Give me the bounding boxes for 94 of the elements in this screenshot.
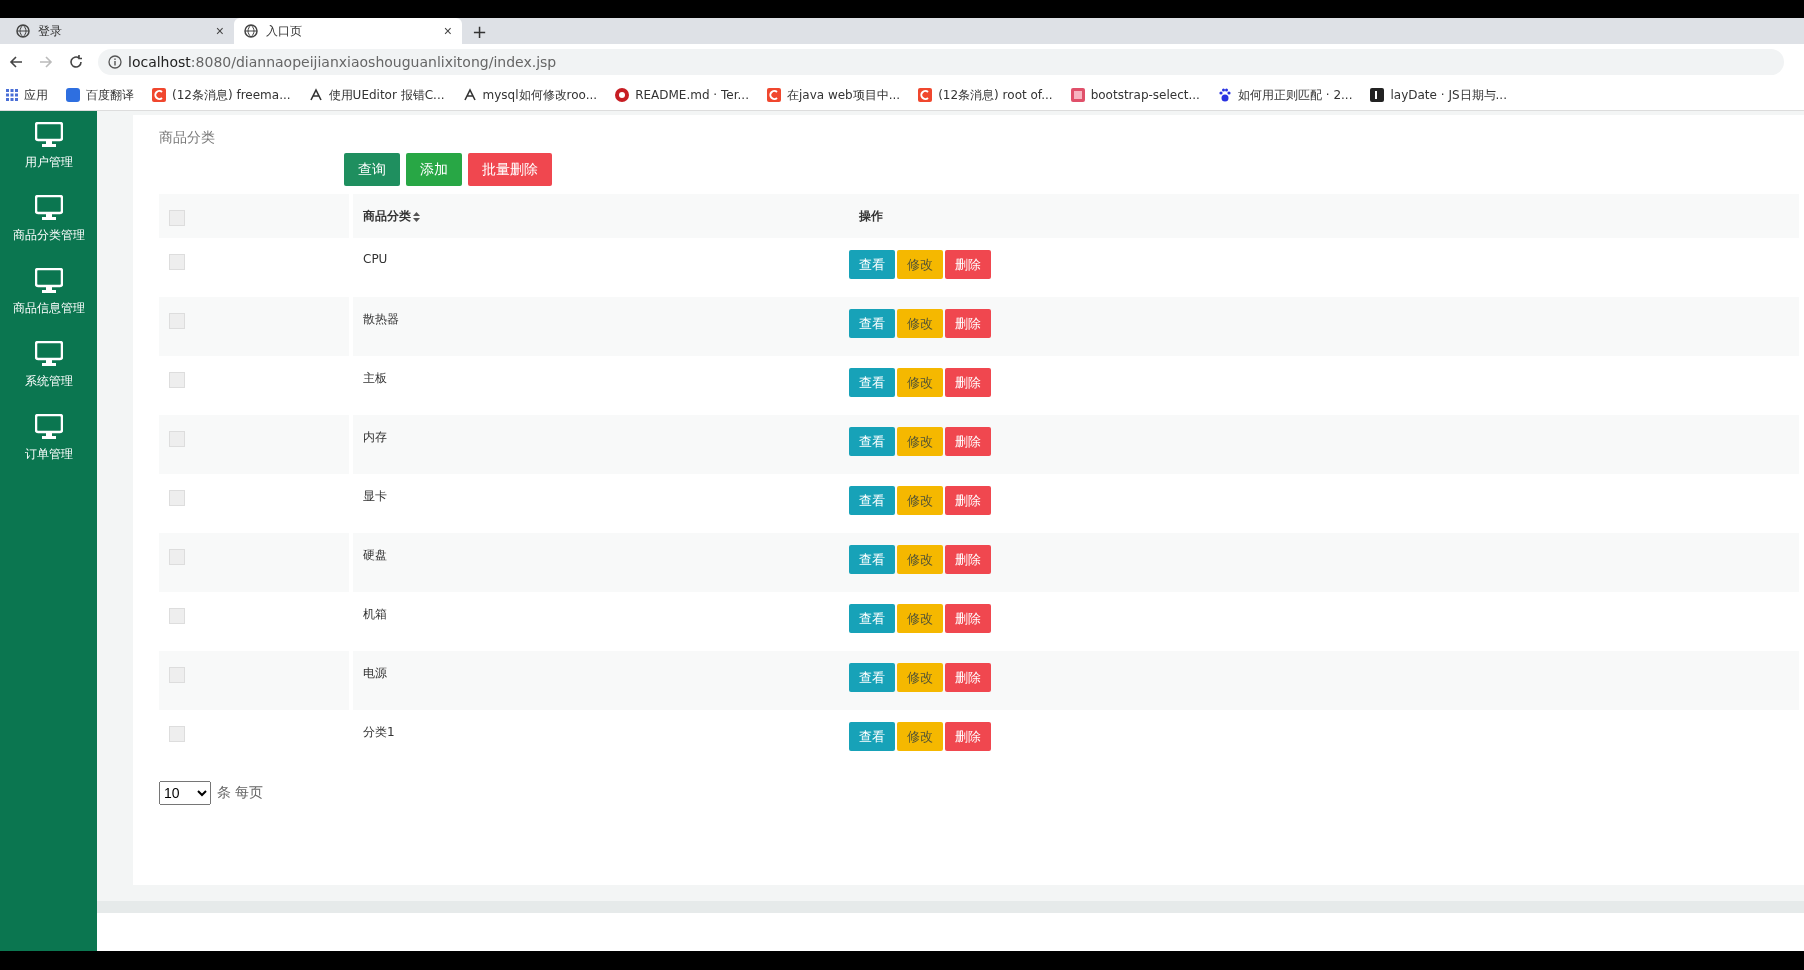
bookmark[interactable]: layDate · JS日期与...	[1390, 86, 1507, 104]
page-size-label: 条 每页	[217, 784, 264, 802]
book-icon	[1070, 88, 1085, 102]
back-icon[interactable]	[8, 54, 24, 70]
view-button[interactable]: 查看	[849, 368, 895, 397]
bookmark[interactable]: 百度翻译	[86, 86, 134, 104]
view-button[interactable]: 查看	[849, 486, 895, 515]
edit-button[interactable]: 修改	[897, 604, 943, 633]
add-button[interactable]: 添加	[406, 153, 462, 186]
edit-button[interactable]: 修改	[897, 427, 943, 456]
table-cell: CPU	[363, 252, 388, 266]
new-tab-button[interactable]: +	[462, 20, 498, 42]
monitor-icon	[34, 195, 63, 221]
checkbox[interactable]	[169, 726, 185, 742]
view-button[interactable]: 查看	[849, 427, 895, 456]
c-logo-icon	[918, 88, 933, 102]
address-bar[interactable]: localhost:8080/diannaopeijianxiaoshouguanlixitong/index.jsp	[98, 49, 1784, 75]
globe-icon	[16, 24, 30, 38]
bookmark[interactable]: mysql如何修改roo...	[482, 86, 598, 104]
column-header[interactable]: 商品分类	[363, 208, 411, 225]
sidebar-item[interactable]: 系统管理	[18, 340, 79, 391]
view-button[interactable]: 查看	[849, 722, 895, 751]
browser-tab[interactable]: 入口页 ×	[234, 18, 462, 44]
paw-icon	[1217, 88, 1232, 102]
edit-button[interactable]: 修改	[897, 663, 943, 692]
view-button[interactable]: 查看	[849, 545, 895, 574]
delete-button[interactable]: 删除	[945, 486, 991, 515]
c-logo-icon	[766, 88, 781, 102]
delete-button[interactable]: 删除	[945, 604, 991, 633]
monitor-icon	[34, 122, 63, 148]
apps-grid-icon	[6, 89, 18, 101]
checkbox[interactable]	[169, 490, 185, 506]
delete-button[interactable]: 删除	[945, 427, 991, 456]
info-icon	[108, 55, 122, 69]
checkbox[interactable]	[169, 549, 185, 565]
delete-button[interactable]: 批量删除	[468, 153, 552, 186]
table-cell: 硬盘	[363, 547, 387, 564]
edit-button[interactable]: 修改	[897, 250, 943, 279]
checkbox[interactable]	[169, 667, 185, 683]
view-button[interactable]: 查看	[849, 663, 895, 692]
globe-icon	[244, 24, 258, 38]
delete-button[interactable]: 删除	[945, 309, 991, 338]
browser-tab[interactable]: 登录 ×	[6, 18, 234, 44]
close-icon[interactable]: ×	[443, 23, 452, 39]
edit-button[interactable]: 修改	[897, 368, 943, 397]
forward-icon[interactable]	[38, 54, 54, 70]
bookmark[interactable]: 应用	[24, 86, 48, 104]
table-cell: 机箱	[363, 606, 387, 623]
view-button[interactable]: 查看	[849, 309, 895, 338]
table-cell: 分类1	[363, 724, 395, 741]
page-size-select[interactable]: 10	[159, 781, 211, 805]
sidebar-item[interactable]: 商品信息管理	[6, 267, 91, 318]
table-cell: 内存	[363, 429, 387, 446]
checkbox[interactable]	[169, 431, 185, 447]
delete-button[interactable]: 删除	[945, 722, 991, 751]
view-button[interactable]: 查看	[849, 604, 895, 633]
edit-button[interactable]: 修改	[897, 309, 943, 338]
delete-button[interactable]: 删除	[945, 663, 991, 692]
monitor-icon	[34, 268, 63, 294]
checkbox[interactable]	[169, 254, 185, 270]
bookmark[interactable]: 如何用正则匹配 · 2...	[1237, 86, 1353, 104]
monitor-icon	[34, 414, 63, 440]
edit-button[interactable]: 修改	[897, 722, 943, 751]
checkbox[interactable]	[169, 372, 185, 388]
bookmark[interactable]: README.md · Ter...	[635, 88, 749, 102]
page-title: 商品分类	[159, 129, 216, 147]
delete-button[interactable]: 删除	[945, 368, 991, 397]
sidebar-item[interactable]: 订单管理	[18, 413, 79, 464]
delete-button[interactable]: 删除	[945, 545, 991, 574]
checkbox[interactable]	[169, 313, 185, 329]
bookmark[interactable]: (12条消息) freema...	[172, 86, 291, 104]
table-cell: 散热器	[363, 311, 399, 328]
monitor-icon	[34, 341, 63, 367]
column-header: 操作	[859, 208, 883, 225]
bookmark[interactable]: 在java web项目中...	[786, 86, 901, 104]
close-icon[interactable]: ×	[215, 23, 224, 39]
sort-icon[interactable]	[413, 211, 420, 222]
c-logo-icon	[152, 88, 166, 102]
table-cell: 主板	[363, 370, 387, 387]
view-button[interactable]: 查看	[849, 250, 895, 279]
table-cell: 显卡	[363, 488, 387, 505]
bookmark[interactable]: bootstrap-select...	[1090, 88, 1200, 102]
checkbox[interactable]	[169, 608, 185, 624]
table-cell: 电源	[363, 665, 387, 682]
delete-button[interactable]: 删除	[945, 250, 991, 279]
search-button[interactable]: 查询	[344, 153, 400, 186]
bookmark[interactable]: (12条消息) root of...	[938, 86, 1053, 104]
bookmark[interactable]: 使用UEditor 报错C...	[328, 86, 445, 104]
reload-icon[interactable]	[68, 54, 84, 70]
edit-button[interactable]: 修改	[897, 486, 943, 515]
checkbox[interactable]	[169, 210, 185, 226]
sidebar-item[interactable]: 用户管理	[18, 121, 79, 172]
edit-button[interactable]: 修改	[897, 545, 943, 574]
sidebar-item[interactable]: 商品分类管理	[6, 194, 91, 245]
